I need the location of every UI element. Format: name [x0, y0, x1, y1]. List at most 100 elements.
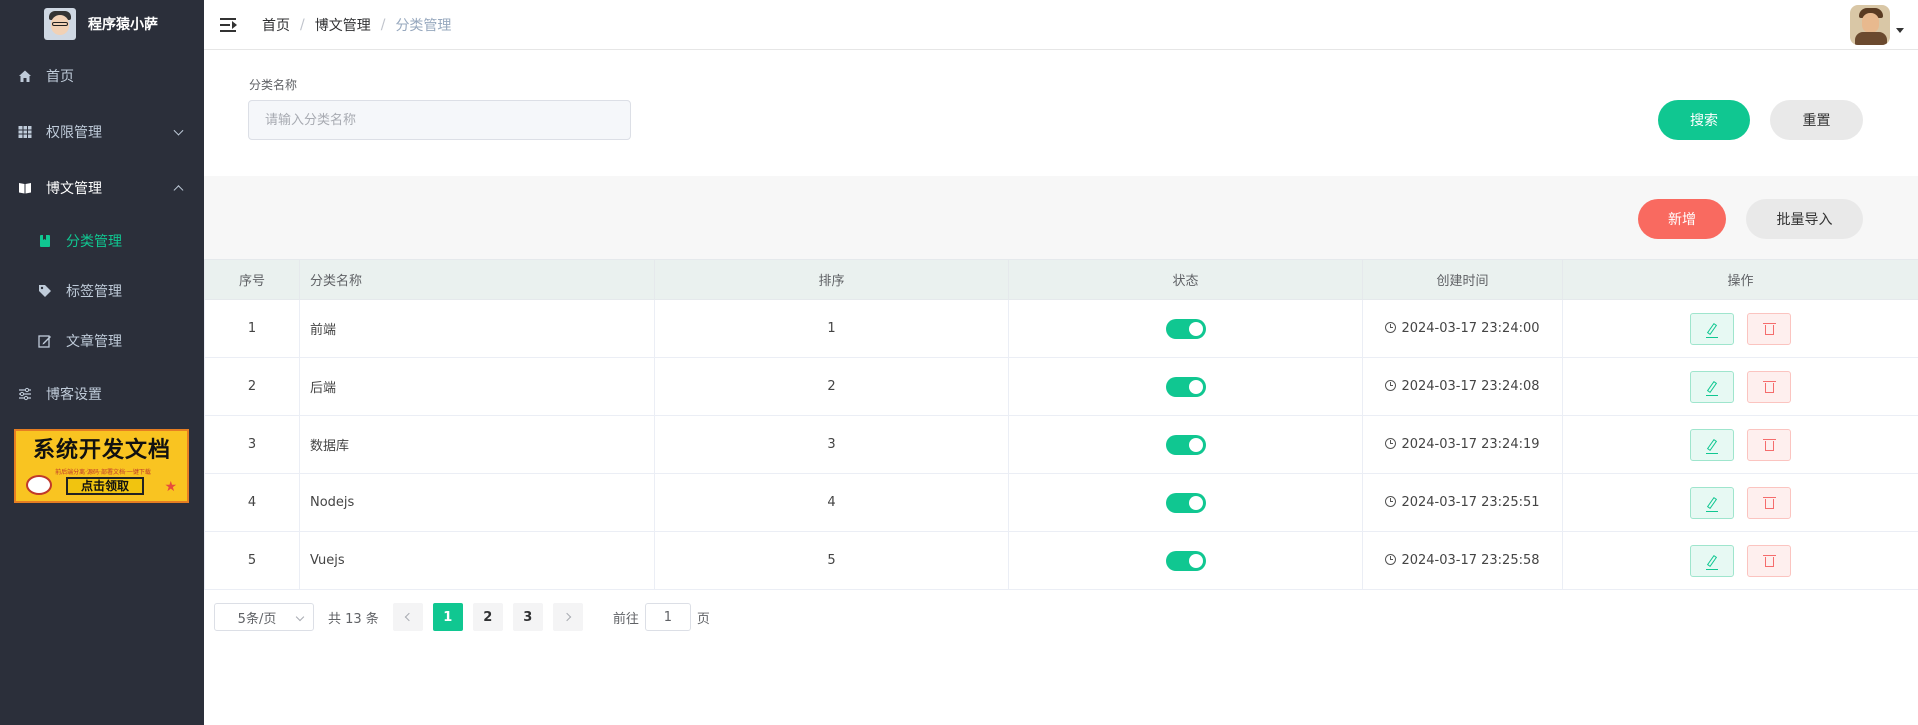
pencil-icon: [1707, 438, 1718, 451]
breadcrumb-separator: /: [300, 16, 305, 33]
delete-button[interactable]: [1746, 428, 1791, 461]
prev-page-button[interactable]: [392, 603, 423, 631]
status-toggle[interactable]: [1165, 318, 1206, 339]
page-button-1[interactable]: 1: [432, 603, 463, 631]
sidebar-item-label: 权限管理: [46, 125, 102, 141]
created-time: 2024-03-17 23:24:08: [1401, 379, 1540, 394]
cell-sort: 2: [654, 357, 1009, 416]
status-toggle[interactable]: [1165, 434, 1206, 455]
sliders-icon: [18, 387, 32, 401]
edit-button[interactable]: [1690, 544, 1735, 577]
promo-banner[interactable]: 系统开发文档 前后端分离·源码·部署文档·一键下载 点击领取 ★: [14, 429, 189, 503]
cell-name: Nodejs: [299, 473, 655, 532]
sidebar-item-categories[interactable]: 分类管理: [0, 216, 204, 266]
search-button[interactable]: 搜索: [1658, 100, 1750, 140]
sidebar-item-home[interactable]: 首页: [0, 48, 204, 104]
chevron-down-icon: [295, 612, 305, 622]
next-page-button[interactable]: [552, 603, 583, 631]
cell-created: 2024-03-17 23:25:58: [1362, 531, 1563, 590]
cell-actions: [1562, 357, 1918, 416]
cell-name: Vuejs: [299, 531, 655, 590]
status-toggle[interactable]: [1165, 376, 1206, 397]
banner-button[interactable]: 点击领取: [66, 477, 144, 495]
status-toggle[interactable]: [1165, 492, 1206, 513]
cell-actions: [1562, 299, 1918, 358]
batch-import-button[interactable]: 批量导入: [1746, 199, 1863, 239]
breadcrumb-home[interactable]: 首页: [262, 15, 290, 35]
category-name-label: 分类名称: [249, 78, 298, 92]
chevron-up-icon: [173, 185, 184, 196]
cell-name: 前端: [299, 299, 655, 358]
trash-icon: [1764, 382, 1774, 393]
created-time: 2024-03-17 23:24:00: [1401, 321, 1540, 336]
edit-button[interactable]: [1690, 370, 1735, 403]
column-header-index: 序号: [204, 259, 300, 300]
goto-prefix: 前往: [612, 611, 639, 627]
add-button[interactable]: 新增: [1638, 199, 1726, 239]
edit-button[interactable]: [1690, 486, 1735, 519]
clock-icon: [1385, 496, 1397, 507]
cell-index: 2: [204, 357, 300, 416]
sidebar-item-articles[interactable]: 文章管理: [0, 316, 204, 366]
cell-actions: [1562, 531, 1918, 590]
table-header-row: 序号 分类名称 排序 状态 创建时间 操作: [204, 259, 1918, 300]
edit-button[interactable]: [1690, 428, 1735, 461]
page-size-select[interactable]: 5条/页: [214, 603, 314, 631]
reset-button[interactable]: 重置: [1770, 100, 1863, 140]
sidebar-item-label: 博客设置: [46, 387, 102, 403]
total-count: 共 13 条: [328, 611, 379, 627]
cell-index: 1: [204, 299, 300, 358]
book-icon: [18, 181, 32, 195]
delete-button[interactable]: [1746, 312, 1791, 345]
chevron-left-icon: [404, 612, 414, 622]
table-row: 3 数据库 3 2024-03-17 23:24:19: [204, 415, 1918, 474]
clock-icon: [1385, 554, 1397, 565]
sidebar-item-permissions[interactable]: 权限管理: [0, 104, 204, 160]
menu-toggle-icon[interactable]: [220, 17, 238, 32]
table-row: 2 后端 2 2024-03-17 23:24:08: [204, 357, 1918, 416]
sidebar-item-blog-settings[interactable]: 博客设置: [0, 366, 204, 422]
breadcrumb-separator: /: [380, 16, 386, 33]
cell-sort: 5: [654, 531, 1009, 590]
trash-icon: [1764, 556, 1774, 567]
goto-page-input[interactable]: [644, 603, 691, 631]
delete-button[interactable]: [1746, 370, 1791, 403]
edit-button[interactable]: [1690, 312, 1735, 345]
chevron-right-icon: [562, 612, 572, 622]
cell-name: 数据库: [299, 415, 655, 474]
column-header-actions: 操作: [1562, 259, 1918, 300]
sidebar-item-tags[interactable]: 标签管理: [0, 266, 204, 316]
cell-created: 2024-03-17 23:24:19: [1362, 415, 1563, 474]
brand: 程序猿小萨: [0, 0, 204, 48]
caret-down-icon[interactable]: [1896, 27, 1904, 33]
sidebar-item-blog[interactable]: 博文管理: [0, 160, 204, 216]
delete-button[interactable]: [1746, 486, 1791, 519]
clock-icon: [1385, 322, 1397, 333]
cell-sort: 4: [654, 473, 1009, 532]
status-toggle[interactable]: [1165, 550, 1206, 571]
delete-button[interactable]: [1746, 544, 1791, 577]
page-size-value: 5条/页: [237, 611, 277, 627]
pagination: 5条/页 共 13 条 1 2 3 前往 页: [214, 603, 710, 631]
category-name-input[interactable]: [248, 100, 631, 140]
pencil-icon: [1707, 496, 1718, 509]
bookmark-icon: [38, 234, 52, 248]
sidebar-item-label: 文章管理: [66, 334, 122, 350]
category-table: 序号 分类名称 排序 状态 创建时间 操作 1 前端 1 2024-03-17 …: [204, 259, 1918, 590]
cell-sort: 1: [654, 299, 1009, 358]
table-row: 4 Nodejs 4 2024-03-17 23:25:51: [204, 473, 1918, 532]
goto-suffix: 页: [696, 611, 710, 627]
chevron-down-icon: [173, 125, 184, 136]
avatar[interactable]: [1850, 5, 1890, 45]
created-time: 2024-03-17 23:24:19: [1401, 437, 1540, 452]
column-header-name: 分类名称: [299, 259, 655, 300]
home-icon: [18, 69, 32, 83]
cell-index: 5: [204, 531, 300, 590]
table-row: 5 Vuejs 5 2024-03-17 23:25:58: [204, 531, 1918, 590]
sidebar-menu: 首页 权限管理 博文管理 分类管理 标签管理 文章管理 博客设置: [0, 48, 204, 422]
page-button-3[interactable]: 3: [512, 603, 543, 631]
user-menu[interactable]: [1850, 5, 1904, 45]
pencil-icon: [1707, 322, 1718, 335]
page-button-2[interactable]: 2: [472, 603, 503, 631]
breadcrumb-blog: 博文管理: [314, 17, 371, 34]
